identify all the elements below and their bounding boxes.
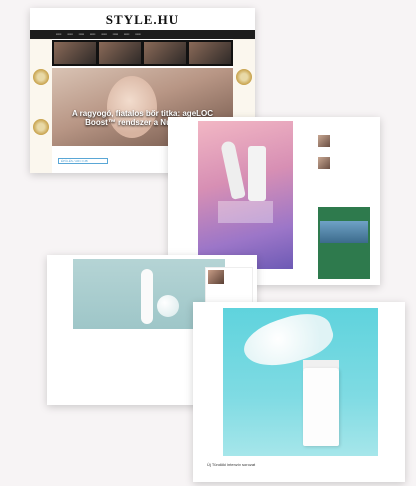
sidebar-thumb[interactable] (208, 270, 224, 284)
nav-item[interactable]: ▪▪▪▪▪ (113, 32, 118, 37)
nav-item[interactable]: ▪▪▪▪▪ (67, 32, 72, 37)
sphere-prop (157, 295, 179, 317)
car-image (320, 221, 368, 243)
product-image (236, 69, 252, 85)
nav-item[interactable]: ▪▪▪▪▪ (56, 32, 61, 37)
featured-thumb[interactable] (189, 42, 231, 64)
side-ad-left[interactable] (30, 39, 52, 173)
featured-thumb[interactable] (99, 42, 141, 64)
featured-strip (52, 40, 233, 66)
image-caption: Új Tündöki intenzív sorozat (207, 462, 256, 467)
featured-thumb[interactable] (54, 42, 96, 64)
nav-item[interactable]: ▪▪▪▪▪ (101, 32, 106, 37)
nav-item[interactable]: ▪▪▪▪▪ (135, 32, 140, 37)
product-photo (223, 305, 378, 456)
product-photo (198, 121, 293, 269)
car-advertisement[interactable] (318, 207, 370, 279)
article-thumb (318, 157, 330, 169)
nav-item[interactable]: ▪▪▪▪▪ (79, 32, 84, 37)
site-logo[interactable]: STYLE.HU (30, 8, 255, 30)
product-image (33, 69, 49, 85)
nav-item[interactable]: ▪▪▪▪▪ (90, 32, 95, 37)
serum-bottle (303, 368, 339, 446)
category-tag[interactable]: ÉPÜLÉS / ARC FJB (58, 158, 108, 164)
article-thumb (318, 135, 330, 147)
product-image (33, 119, 49, 135)
featured-thumb[interactable] (144, 42, 186, 64)
nav-item[interactable]: ▪▪▪▪▪ (124, 32, 129, 37)
beauty-device (220, 140, 246, 200)
product-screenshot: Új Tündöki intenzív sorozat (193, 302, 405, 482)
beauty-wand (141, 269, 153, 324)
top-nav: ▪▪▪▪▪ ▪▪▪▪▪ ▪▪▪▪▪ ▪▪▪▪▪ ▪▪▪▪▪ ▪▪▪▪▪ ▪▪▪▪… (30, 30, 255, 39)
model-face (107, 76, 157, 138)
serum-bottle (248, 146, 266, 201)
display-plinth (218, 201, 273, 223)
